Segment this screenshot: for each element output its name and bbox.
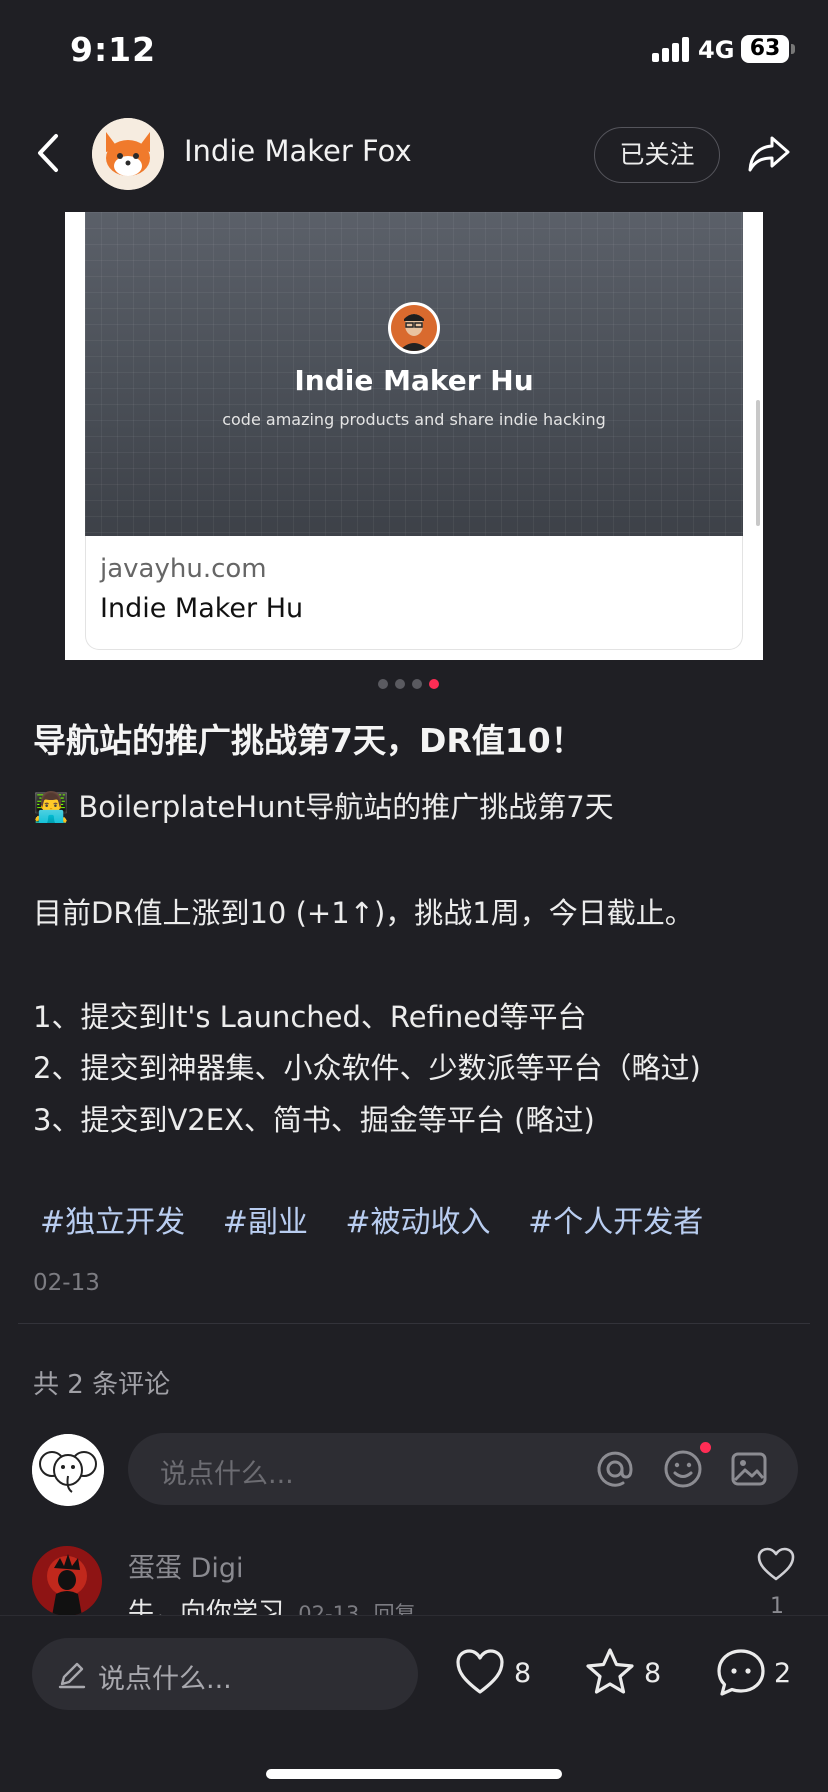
follow-button[interactable]: 已关注 [594, 127, 720, 183]
collect-button[interactable]: 8 [584, 1646, 664, 1702]
post-text-line: 2、提交到神器集、小众软件、少数派等平台（略过) [33, 1051, 701, 1085]
link-preview-image: Indie Maker Hu code amazing products and… [85, 212, 743, 536]
comment-button[interactable]: 2 [714, 1646, 794, 1702]
hashtag[interactable]: #个人开发者 [528, 1205, 703, 1240]
carousel-dot[interactable] [412, 679, 422, 689]
post-text-line: 👨‍💻 BoilerplateHunt导航站的推广挑战第7天 [33, 790, 614, 824]
link-title: Indie Maker Hu [100, 593, 304, 624]
image-icon[interactable] [728, 1448, 770, 1490]
mention-icon[interactable] [594, 1448, 636, 1490]
fox-avatar-icon [92, 118, 164, 190]
comment-item: 蛋蛋 Digi 牛，向你学习 02-13 回复 1 [0, 1540, 828, 1628]
scrollbar [756, 400, 760, 526]
post-header: Indie Maker Fox 已关注 [0, 110, 828, 200]
author-name[interactable]: Indie Maker Fox [184, 134, 412, 168]
back-chevron-icon[interactable] [30, 128, 70, 178]
divider [18, 1323, 810, 1324]
preview-subtitle: code amazing products and share indie ha… [222, 410, 606, 429]
battery-tip [791, 44, 795, 54]
commenter-name[interactable]: 蛋蛋 Digi [128, 1546, 244, 1585]
author-avatar[interactable] [92, 118, 164, 190]
preview-title: Indie Maker Hu [294, 364, 534, 397]
comment-like-icon[interactable] [756, 1546, 796, 1582]
notification-dot [700, 1442, 711, 1453]
current-user-avatar [32, 1434, 104, 1506]
carousel-dot[interactable] [395, 679, 405, 689]
emoji-icon[interactable] [662, 1448, 704, 1490]
link-domain: javayhu.com [100, 554, 267, 584]
share-icon[interactable] [744, 128, 794, 178]
like-button[interactable]: 8 [454, 1646, 534, 1702]
carousel-indicator [378, 679, 442, 691]
comment-placeholder: 说点什么... [160, 1459, 294, 1490]
commenter-avatar[interactable] [32, 1546, 102, 1616]
carousel-dot-active[interactable] [429, 679, 439, 689]
person-photo-icon [391, 305, 437, 351]
like-count: 8 [514, 1658, 532, 1689]
hashtag[interactable]: #独立开发 [40, 1205, 185, 1240]
media-carousel[interactable]: Indie Maker Hu code amazing products and… [65, 212, 763, 660]
post-date: 02-13 [33, 1270, 100, 1296]
network-type: 4G [698, 36, 735, 64]
bottom-input-placeholder: 说点什么... [98, 1664, 232, 1695]
character-avatar-icon [32, 1546, 102, 1616]
elephant-avatar-icon [32, 1434, 104, 1506]
post-title: 导航站的推广挑战第7天，DR值10！ [33, 721, 584, 760]
chat-bubble-icon [717, 1649, 765, 1696]
link-card[interactable]: javayhu.com Indie Maker Hu [85, 536, 743, 650]
post-text-line: 3、提交到V2EX、简书、掘金等平台 (略过) [33, 1103, 595, 1137]
pencil-icon [58, 1662, 86, 1689]
cellular-signal-icon [652, 36, 692, 62]
comment-count: 共 2 条评论 [33, 1370, 171, 1400]
bottom-comment-input[interactable]: 说点什么... [32, 1638, 418, 1710]
comment-count-badge: 2 [774, 1658, 792, 1689]
collect-count: 8 [644, 1658, 662, 1689]
hashtag[interactable]: #被动收入 [345, 1205, 490, 1240]
battery-icon: 63 [741, 35, 789, 63]
comment-input[interactable]: 说点什么... [128, 1433, 798, 1505]
status-bar: 9:12 4G 63 [0, 0, 828, 100]
profile-photo [388, 302, 440, 354]
bottom-action-bar: 说点什么... 8 8 2 [0, 1615, 828, 1792]
status-time: 9:12 [70, 30, 157, 69]
heart-icon [456, 1649, 504, 1694]
post-text-line: 目前DR值上涨到10 (+1↑)，挑战1周，今日截止。 [33, 896, 694, 930]
star-icon [586, 1648, 634, 1694]
home-indicator[interactable] [266, 1769, 562, 1779]
hashtag[interactable]: #副业 [223, 1205, 308, 1240]
carousel-dot[interactable] [378, 679, 388, 689]
post-text-line: 1、提交到It's Launched、Refined等平台 [33, 1000, 587, 1034]
tag-list: #独立开发 #副业 #被动收入 #个人开发者 [40, 1197, 731, 1241]
